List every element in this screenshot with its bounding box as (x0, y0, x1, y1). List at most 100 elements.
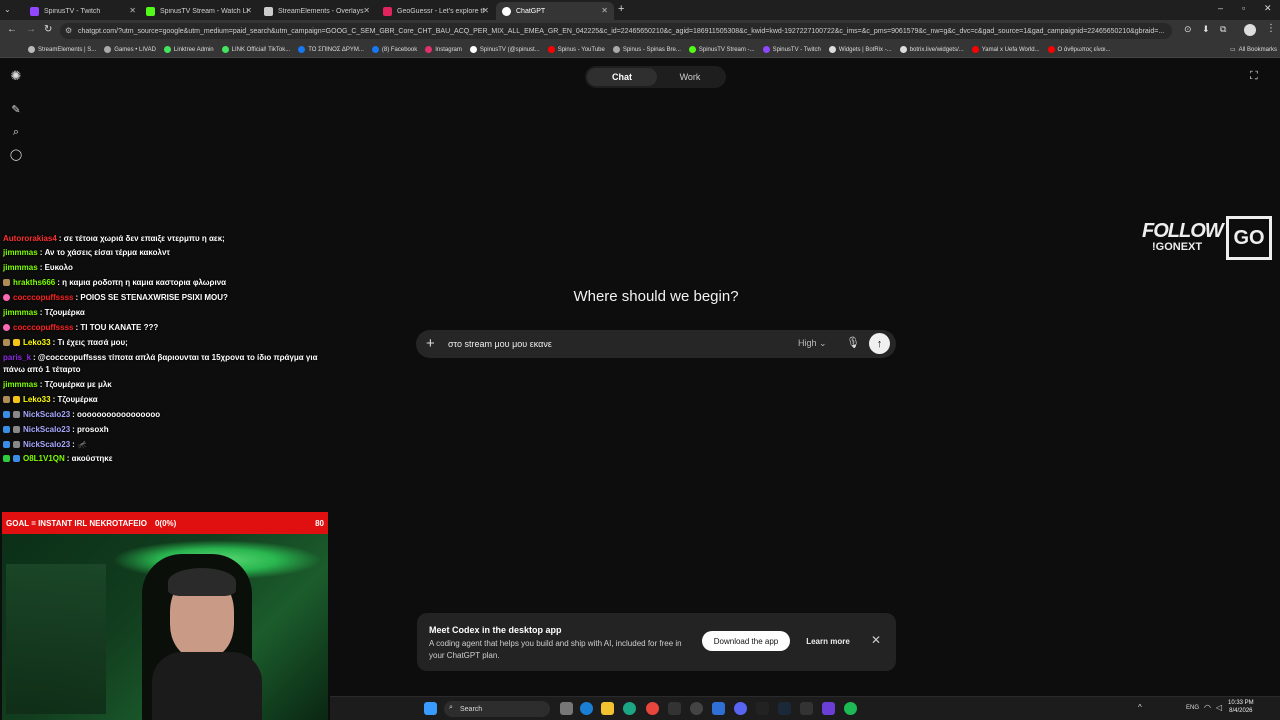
forward-icon[interactable]: → (26, 24, 36, 35)
tab-kick[interactable]: SpinusTV Stream - Watch Live - ✕ (140, 2, 258, 20)
puzzle-icon[interactable]: ⧉ (1220, 24, 1226, 35)
learn-more-button[interactable]: Learn more (802, 631, 854, 651)
tab-streamelements[interactable]: StreamElements - Overlays ✕ (258, 2, 376, 20)
start-icon[interactable] (424, 702, 437, 715)
bookmark-icon (899, 46, 907, 53)
send-button[interactable]: ↑ (869, 333, 890, 354)
bookmark-item[interactable]: Widgets | BotRix -... (828, 46, 892, 53)
spotify-icon[interactable] (844, 702, 857, 715)
tab-work[interactable]: Work (655, 68, 725, 86)
chat-text: : prosoxh (72, 425, 109, 434)
streamelements-icon (264, 6, 273, 16)
chatgpt-logo-icon[interactable]: ✺ (9, 68, 23, 83)
search-icon: ⌕ (449, 704, 453, 711)
all-bookmarks[interactable]: ▭ All Bookmarks (1230, 46, 1278, 54)
task-view-icon[interactable] (560, 702, 573, 715)
chat-message: NickScalo23: prosoxh (3, 425, 109, 434)
tray-lang[interactable]: ENG (1186, 705, 1199, 711)
taskbar-search[interactable]: ⌕ Search (444, 701, 550, 717)
chat-text: : Τζουμέρκα (39, 308, 85, 317)
bookmark-icon (1047, 46, 1055, 53)
model-selector[interactable]: High ⌄ (798, 338, 827, 349)
bookmark-icon (163, 46, 171, 53)
tray-chevron-icon[interactable]: ^ (1138, 703, 1142, 712)
chat-bubble-icon[interactable]: ◯ (9, 147, 23, 161)
bookmark-item[interactable]: botrix.live/widgets/... (899, 46, 964, 53)
close-tab-icon[interactable]: ✕ (601, 6, 608, 15)
chat-message: paris_k: @cocccopuffssss τίποτα απλά βαρ… (3, 353, 318, 362)
bookmark-item[interactable]: SpinusTV (@spinust... (469, 46, 540, 53)
bookmark-item[interactable]: SpinusTV - Twitch (762, 46, 821, 53)
chat-message: NickScalo23: οοοοοοοοοοοοοοοοο (3, 410, 160, 419)
page-title: Where should we begin? (573, 288, 739, 305)
prompt-input[interactable] (448, 336, 768, 352)
bookmark-item[interactable]: StreamElements | S... (28, 46, 96, 53)
tab-twitch[interactable]: SpinusTV - Twitch ✕ (24, 2, 142, 20)
address-bar[interactable]: ⚙ chatgpt.com/?utm_source=google&utm_med… (60, 23, 1172, 39)
discord-icon[interactable] (734, 702, 747, 715)
bookmark-item[interactable]: Instagram (425, 46, 462, 53)
capcut-icon[interactable] (756, 702, 769, 715)
grid-app-icon[interactable] (822, 702, 835, 715)
site-info-icon[interactable]: ⚙ (65, 26, 72, 35)
chrome-icon[interactable] (646, 702, 659, 715)
chat-text: : Τι έχεις πασά μου; (52, 338, 128, 347)
all-bookmarks-label: All Bookmarks (1238, 46, 1278, 53)
new-chat-icon[interactable]: ✎ (9, 102, 23, 116)
bookmark-item[interactable]: ΤΟ ΣΠΙΝΟΣ ΔΡΥΜ... (298, 46, 364, 53)
bookmark-item[interactable]: SpinusTV Stream -... (688, 46, 755, 53)
wifi-icon[interactable]: ◠ (1204, 703, 1211, 712)
downloads-icon[interactable]: ⬇ (1202, 24, 1210, 35)
tab-search-icon[interactable]: ⌄ (4, 5, 11, 14)
extensions-icon[interactable]: ⊙ (1184, 24, 1192, 35)
close-window-icon[interactable]: ✕ (1264, 3, 1272, 14)
reload-icon[interactable]: ↻ (44, 24, 52, 35)
microphone-icon[interactable]: 🎙 (846, 336, 860, 349)
volume-icon[interactable]: ◁ (1216, 703, 1222, 712)
bookmark-item[interactable]: Ο άνθρωπος είναι... (1047, 46, 1110, 53)
add-attachment-icon[interactable]: + (426, 335, 435, 352)
chat-username: paris_k (3, 353, 32, 362)
webcam-overlay (2, 534, 328, 720)
windows-taskbar: ⌕ Search ^ ENG ◠ ◁ 10:33 PM 8/4/2026 (330, 696, 1280, 720)
bookmark-item[interactable]: Spinus - Spinas Bre... (612, 46, 681, 53)
minimize-icon[interactable]: – (1218, 3, 1223, 13)
bookmark-item[interactable]: Spinus - YouTube (547, 46, 605, 53)
edge-icon[interactable] (580, 702, 593, 715)
chat-message: jimmmas: Αν το χάσεις είσαι τέρμα κακολν… (3, 248, 170, 257)
close-tab-icon[interactable]: ✕ (482, 6, 489, 15)
badge-icon (3, 324, 10, 331)
restore-icon[interactable]: ▫ (1242, 3, 1245, 13)
back-icon[interactable]: ← (7, 24, 17, 35)
bookmark-item[interactable]: Games • LIVAD (104, 46, 156, 53)
gonext-app-icon[interactable] (668, 702, 681, 715)
menu-icon[interactable]: ⋮ (1266, 23, 1276, 34)
tab-geoguessr[interactable]: GeoGuessr - Let's explore the w ✕ (377, 2, 495, 20)
bookmarks-bar: StreamElements | S... Games • LIVAD Link… (0, 42, 1280, 58)
search-chats-icon[interactable]: ⌕ (9, 125, 23, 139)
download-app-button[interactable]: Download the app (702, 631, 790, 651)
steam-icon[interactable] (778, 702, 791, 715)
chat-message: NickScalo23: 🦟 (3, 440, 87, 449)
close-tab-icon[interactable]: ✕ (363, 6, 370, 15)
bookmark-item[interactable]: Linktree Admin (163, 46, 214, 53)
gonext-icon[interactable] (800, 702, 813, 715)
obs-icon[interactable] (690, 702, 703, 715)
bookmark-item[interactable]: (8) Facebook (371, 46, 417, 53)
edge-browser-icon[interactable] (623, 702, 636, 715)
file-explorer-icon[interactable] (601, 702, 614, 715)
badge-icon (13, 411, 20, 418)
new-tab-icon[interactable]: + (618, 3, 624, 15)
tab-chatgpt[interactable]: ChatGPT ✕ (496, 2, 614, 20)
tab-chat[interactable]: Chat (587, 68, 657, 86)
goal-target: 80 (315, 518, 324, 528)
temporary-chat-icon[interactable]: ⛶ (1250, 70, 1258, 83)
profile-avatar[interactable] (1244, 24, 1256, 36)
system-clock[interactable]: 10:33 PM 8/4/2026 (1228, 700, 1254, 716)
bookmark-item[interactable]: Yamal x Uefa World... (971, 46, 1040, 53)
close-banner-icon[interactable]: ✕ (871, 633, 881, 647)
bookmark-item[interactable]: LINK Official! TikTok... (221, 46, 290, 53)
close-tab-icon[interactable]: ✕ (129, 6, 136, 15)
close-tab-icon[interactable]: ✕ (245, 6, 252, 15)
app-icon[interactable] (712, 702, 725, 715)
